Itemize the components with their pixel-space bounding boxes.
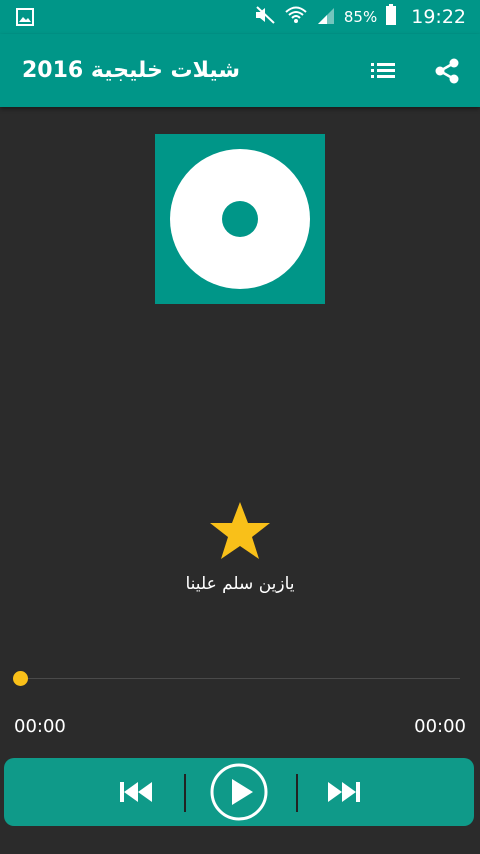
song-title: يازين سلم علينا xyxy=(185,574,295,594)
seek-bar[interactable] xyxy=(20,678,460,679)
app-title: شيلات خليجية 2016 xyxy=(22,58,240,83)
app-bar: شيلات خليجية 2016 xyxy=(0,34,480,107)
signal-icon xyxy=(316,5,336,29)
favorite-button[interactable] xyxy=(208,500,272,562)
battery-percent: 85% xyxy=(343,8,378,26)
controls-divider xyxy=(296,774,298,812)
total-time: 00:00 xyxy=(414,716,466,737)
disc-icon xyxy=(155,149,325,308)
playlist-icon xyxy=(366,63,400,90)
share-button[interactable] xyxy=(430,54,464,88)
play-icon xyxy=(210,763,268,825)
playlist-button[interactable] xyxy=(366,56,400,86)
wifi-icon xyxy=(284,4,308,30)
skip-previous-icon xyxy=(114,782,158,816)
controls-divider xyxy=(184,774,186,812)
share-icon xyxy=(430,58,464,92)
player-controls xyxy=(4,758,474,826)
current-time: 00:00 xyxy=(14,716,66,737)
seek-thumb[interactable] xyxy=(12,671,28,686)
star-icon xyxy=(208,502,272,566)
mute-icon xyxy=(254,5,276,29)
next-button[interactable] xyxy=(322,772,366,812)
play-button[interactable] xyxy=(210,763,268,821)
album-art xyxy=(155,134,325,304)
status-icons: 85% 19:22 xyxy=(254,0,466,34)
battery-icon xyxy=(385,4,397,30)
previous-button[interactable] xyxy=(114,772,158,812)
skip-next-icon xyxy=(322,782,366,816)
status-clock: 19:22 xyxy=(411,6,466,28)
status-bar: 85% 19:22 xyxy=(0,0,480,34)
gallery-icon xyxy=(16,8,34,26)
